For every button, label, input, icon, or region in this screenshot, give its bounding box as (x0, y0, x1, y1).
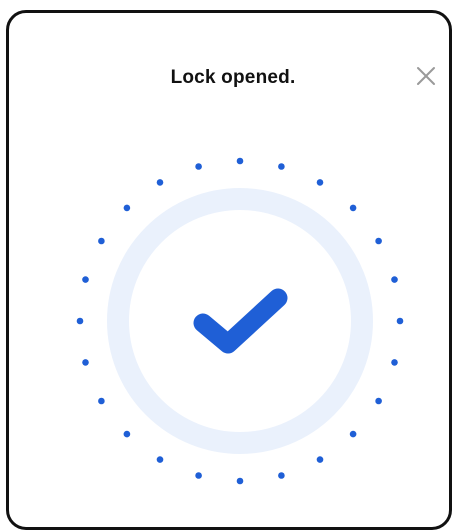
progress-dot (391, 276, 398, 283)
progress-dot (195, 163, 202, 170)
progress-dot (236, 477, 244, 485)
progress-dot (156, 179, 164, 186)
progress-dot (375, 237, 382, 245)
progress-dot (76, 317, 84, 325)
progress-dot (391, 359, 398, 366)
progress-dot (82, 359, 89, 366)
progress-dot (123, 204, 131, 212)
progress-dot (316, 456, 324, 463)
progress-dot (396, 317, 404, 325)
progress-dot (375, 397, 382, 405)
progress-dot (236, 157, 244, 165)
progress-dot (349, 204, 357, 212)
progress-dot (195, 472, 202, 479)
progress-dot (156, 456, 164, 463)
progress-dot (349, 430, 357, 438)
progress-dot (123, 430, 131, 438)
progress-dot (98, 397, 105, 405)
progress-dot (278, 472, 285, 479)
progress-dot (98, 237, 105, 245)
progress-dot (278, 163, 285, 170)
progress-dot (82, 276, 89, 283)
progress-dot (316, 179, 324, 186)
checkmark-icon (193, 288, 288, 354)
success-illustration (76, 157, 404, 485)
